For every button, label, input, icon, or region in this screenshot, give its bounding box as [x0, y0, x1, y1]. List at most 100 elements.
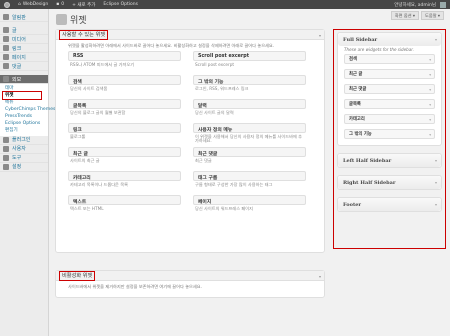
menu-links[interactable]: 링크	[0, 44, 48, 53]
sidebar-full: Full Sidebar ▾ These are widgets for the …	[337, 32, 442, 146]
sidebar-widget-categories[interactable]: 카테고리 ▾	[344, 114, 435, 124]
site-name-link[interactable]: ⌂ WebDesign	[14, 2, 52, 7]
wordpress-logo-icon	[4, 1, 10, 8]
sidebar-widget-search[interactable]: 검색 ▾	[344, 54, 435, 64]
menu-settings[interactable]: 설정	[0, 163, 48, 172]
available-widget[interactable]: 페이지 당신 사이트의 워드프레스 페이지	[193, 195, 306, 217]
admin-bar: ⌂ WebDesign ▪ 0 + 새로 추가 Eclipse Options 안녕…	[0, 0, 450, 9]
available-widget[interactable]: 글목록 당신의 블로그 글의 월별 보관함	[68, 99, 181, 121]
widget-title[interactable]: 사용자 정의 메뉴	[193, 123, 306, 133]
widget-description: 당신 사이트 글의 달력	[195, 109, 234, 115]
menu-dashboard[interactable]: 알림판	[0, 13, 48, 22]
widget-title[interactable]: 카테고리	[68, 171, 181, 181]
toggle-arrow-icon[interactable]: ▾	[435, 202, 437, 207]
widget-title[interactable]: 최근 댓글	[193, 147, 306, 157]
sidebar-full-header[interactable]: Full Sidebar ▾	[338, 33, 441, 46]
menu-appearance[interactable]: 외모	[0, 75, 48, 84]
widget-description: 로그인, RSS, 워드프레스 링크	[195, 85, 249, 91]
toggle-arrow-icon[interactable]: ▾	[435, 37, 437, 42]
widget-title[interactable]: 링크	[68, 123, 181, 133]
submenu-eclipse-options[interactable]: Eclipse Options	[0, 120, 48, 127]
available-widget[interactable]: 태그 구름 구름 형태로 구성한 가장 많이 사용하는 태그	[193, 171, 306, 193]
available-widget[interactable]: 최근 글 사이트의 최근 글	[68, 147, 181, 169]
widget-description: 텍스트 또는 HTML	[70, 205, 104, 211]
widget-title[interactable]: 최근 글	[68, 147, 181, 157]
available-widget[interactable]: 최근 댓글 최근 댓글	[193, 147, 306, 169]
available-widget[interactable]: Scroll post excerpt Scroll post excerpt	[193, 51, 306, 73]
sidebar-full-description: These are widgets for the sidebar.	[344, 47, 414, 52]
widget-description: RSS나 ATOM 피드에서 글 가져오기	[70, 61, 135, 67]
submenu-widgets[interactable]: 위젯	[2, 91, 42, 100]
widget-title[interactable]: 페이지	[193, 195, 306, 205]
submenu-editor[interactable]: 편집기	[0, 127, 48, 134]
menu-plugins[interactable]: 플러그인	[0, 136, 48, 145]
plugin-icon	[3, 136, 9, 143]
media-icon	[3, 36, 9, 42]
submenu-presstrends[interactable]: PressTrends	[0, 113, 48, 120]
widget-description: 카테고리 목록이나 드롭다운 목록	[70, 181, 128, 187]
expand-arrow-icon[interactable]: ▾	[429, 58, 431, 62]
appearance-icon	[56, 14, 67, 25]
available-widget[interactable]: 검색 당신의 사이트 검색폼	[68, 75, 181, 97]
expand-arrow-icon[interactable]: ▾	[429, 118, 431, 122]
menu-users[interactable]: 사용자	[0, 145, 48, 154]
widget-title[interactable]: 그 밖의 기능	[193, 75, 306, 85]
eclipse-options-link[interactable]: Eclipse Options	[99, 2, 142, 7]
submenu-cyberchimps-themes[interactable]: CyberChimps Themes	[0, 106, 55, 113]
screen-options-button[interactable]: 화면 옵션 ▾	[390, 11, 419, 20]
toggle-arrow-icon[interactable]: ▾	[319, 274, 321, 279]
sidebar-footer-header[interactable]: Footer ▾	[338, 198, 441, 211]
widget-description: 최근 댓글	[195, 157, 212, 163]
sidebar-right-half-header[interactable]: Right Half Sidebar ▾	[338, 176, 441, 189]
available-widget[interactable]: 링크 블로그롤	[68, 123, 181, 145]
menu-comments[interactable]: 댓글	[0, 62, 48, 71]
submenu-menus[interactable]: 메뉴	[0, 99, 48, 106]
submenu-themes[interactable]: 테마	[0, 85, 48, 92]
sidebar-left-half-header[interactable]: Left Half Sidebar ▾	[338, 154, 441, 167]
expand-arrow-icon[interactable]: ▾	[429, 73, 431, 77]
menu-tools[interactable]: 도구	[0, 154, 48, 163]
link-icon	[3, 45, 9, 51]
available-widget[interactable]: 카테고리 카테고리 목록이나 드롭다운 목록	[68, 171, 181, 193]
comment-bubble-icon: ▪	[56, 2, 60, 7]
new-content-menu[interactable]: + 새로 추가	[68, 2, 99, 8]
my-account-menu[interactable]: 안녕하세요, admin님	[390, 1, 450, 8]
available-widget[interactable]: 사용자 정의 메뉴 이 위젯을 사용해서 당신의 사용자 정의 메뉴를 사이드바에…	[193, 123, 306, 145]
widget-title[interactable]: RSS	[68, 51, 181, 61]
wp-logo-menu[interactable]	[0, 1, 14, 8]
available-widget[interactable]: 그 밖의 기능 로그인, RSS, 워드프레스 링크	[193, 75, 306, 97]
expand-arrow-icon[interactable]: ▾	[429, 133, 431, 137]
menu-pages[interactable]: 페이지	[0, 53, 48, 62]
expand-arrow-icon[interactable]: ▾	[429, 88, 431, 92]
tools-icon	[3, 154, 9, 161]
available-widget[interactable]: 달력 당신 사이트 글의 달력	[193, 99, 306, 121]
toggle-arrow-icon[interactable]: ▾	[435, 158, 437, 163]
available-widgets-header[interactable]: 사용할 수 있는 위젯 ▾	[56, 29, 324, 40]
widget-title[interactable]: 검색	[68, 75, 181, 85]
widget-description: 사이트의 최근 글	[70, 157, 100, 163]
expand-arrow-icon[interactable]: ▾	[429, 103, 431, 107]
inactive-widgets-header[interactable]: 비활성화 위젯 ▾	[56, 270, 324, 281]
admin-side-menu: 알림판 글 미디어 링크 페이지 댓글 외모 테마 위젯 메뉴 CyberChi…	[0, 9, 55, 336]
widget-description: 당신의 사이트 검색폼	[70, 85, 108, 91]
toggle-arrow-icon[interactable]: ▾	[319, 33, 321, 38]
widget-title[interactable]: 텍스트	[68, 195, 181, 205]
appearance-submenu: 테마 위젯 메뉴 CyberChimps Themes PressTrends …	[0, 84, 55, 136]
available-widgets-title: 사용할 수 있는 위젯	[58, 29, 109, 40]
sidebar-widget-recent-posts[interactable]: 최근 글 ▾	[344, 69, 435, 79]
available-widget[interactable]: 텍스트 텍스트 또는 HTML	[68, 195, 181, 217]
widget-title[interactable]: 태그 구름	[193, 171, 306, 181]
widget-title[interactable]: 글목록	[68, 99, 181, 109]
widget-description: 블로그롤	[70, 133, 86, 139]
available-widget[interactable]: RSS RSS나 ATOM 피드에서 글 가져오기	[68, 51, 181, 73]
toggle-arrow-icon[interactable]: ▾	[435, 180, 437, 185]
help-button[interactable]: 도움말 ▾	[421, 11, 444, 20]
menu-media[interactable]: 미디어	[0, 35, 48, 44]
sidebar-widget-recent-comments[interactable]: 최근 댓글 ▾	[344, 84, 435, 94]
sidebar-widget-archives[interactable]: 글목록 ▾	[344, 99, 435, 109]
sidebar-widget-meta[interactable]: 그 밖의 기능 ▾	[344, 129, 435, 139]
comments-link[interactable]: ▪ 0	[52, 2, 68, 7]
menu-posts[interactable]: 글	[0, 26, 48, 35]
widget-title[interactable]: Scroll post excerpt	[193, 51, 306, 61]
widget-title[interactable]: 달력	[193, 99, 306, 109]
